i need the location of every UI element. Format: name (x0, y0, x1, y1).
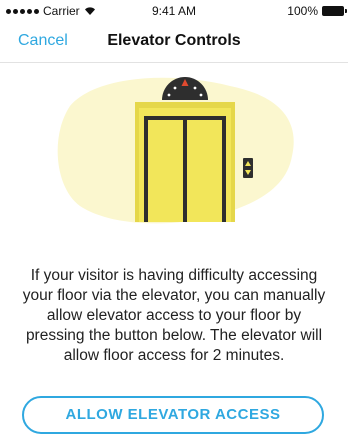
battery-percent: 100% (287, 4, 318, 18)
page-title: Elevator Controls (107, 32, 241, 49)
instructions-text: If your visitor is having difficulty acc… (22, 266, 326, 364)
battery-icon (322, 6, 347, 16)
elevator-door-right (187, 120, 222, 222)
status-right: 100% (287, 4, 347, 18)
status-bar: Carrier 9:41 AM 100% (0, 0, 348, 22)
elevator-door-left (148, 120, 183, 222)
nav-bar: Cancel Elevator Controls (0, 22, 348, 63)
elevator-illustration (57, 77, 294, 224)
allow-elevator-access-button[interactable]: ALLOW ELEVATOR ACCESS (22, 396, 324, 434)
